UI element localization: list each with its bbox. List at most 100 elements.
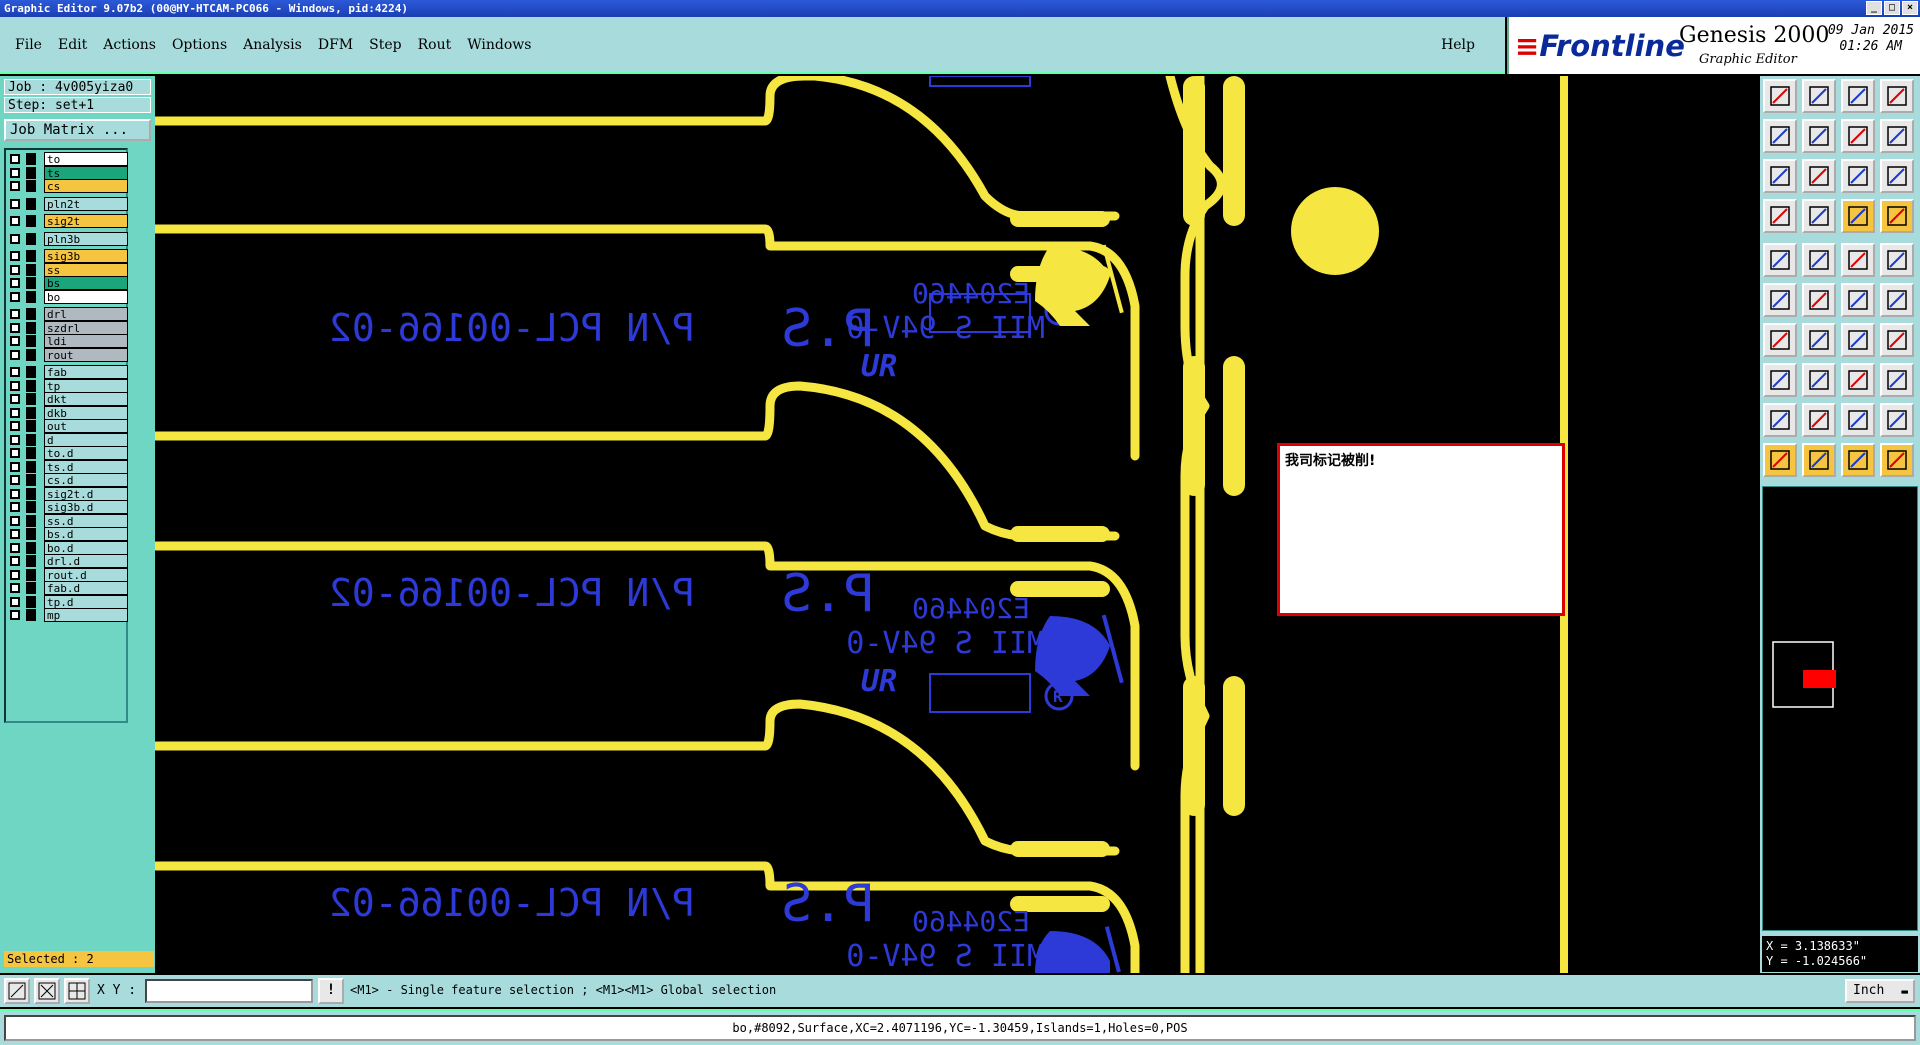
layer-checkbox[interactable] [10, 475, 20, 485]
flip-icon[interactable] [1880, 323, 1914, 357]
menu-edit[interactable]: Edit [58, 37, 87, 53]
layer-row[interactable]: mp [8, 608, 128, 622]
layer-name[interactable]: szdrl [44, 320, 128, 335]
close-button[interactable]: × [1902, 1, 1918, 15]
cross-select-icon[interactable] [34, 978, 60, 1004]
layer-checkbox[interactable] [10, 198, 20, 209]
text-a-icon[interactable] [1802, 403, 1836, 437]
menu-analysis[interactable]: Analysis [243, 37, 302, 53]
snap-icon[interactable] [1841, 199, 1875, 233]
layer-name[interactable]: bo [44, 289, 128, 304]
layer-name[interactable]: out [44, 419, 128, 433]
layer-checkbox[interactable] [10, 167, 20, 178]
layer-checkbox[interactable] [10, 309, 20, 319]
layer-row[interactable]: fab [8, 365, 128, 379]
layers-icon[interactable] [1763, 199, 1797, 233]
layer-row[interactable]: rout [8, 347, 128, 362]
layer-row[interactable]: cs.d [8, 473, 128, 487]
minimize-button[interactable]: _ [1866, 1, 1882, 15]
pad-icon[interactable] [1763, 243, 1797, 277]
layer-checkbox[interactable] [10, 367, 20, 377]
layer-row[interactable]: drl.d [8, 554, 128, 568]
maximize-button[interactable]: □ [1884, 1, 1900, 15]
arc-point-icon[interactable] [1880, 283, 1914, 317]
layer-row[interactable]: pln2t [8, 196, 128, 211]
layer-checkbox[interactable] [10, 216, 20, 226]
layer-checkbox[interactable] [10, 596, 20, 607]
layer-row[interactable]: sig2t [8, 214, 128, 228]
layer-name[interactable]: drl.d [44, 554, 128, 568]
layer-name[interactable]: rout.d [44, 567, 128, 582]
layer-row[interactable]: ts.d [8, 459, 128, 474]
layer-checkbox[interactable] [10, 583, 20, 593]
next-icon[interactable] [1802, 119, 1836, 153]
layer-name[interactable]: tp [44, 378, 128, 393]
layer-name[interactable]: mp [44, 608, 128, 622]
layer-name[interactable]: sig2t [44, 214, 128, 228]
minus-icon[interactable] [1802, 363, 1836, 397]
layer-checkbox[interactable] [10, 569, 20, 580]
layer-checkbox[interactable] [10, 488, 20, 499]
layer-name[interactable]: dkb [44, 405, 128, 420]
save-icon[interactable] [1802, 79, 1836, 113]
slash-icon[interactable] [1802, 323, 1836, 357]
layer-row[interactable]: sig3b.d [8, 500, 128, 514]
job-matrix-button[interactable]: Job Matrix ... [4, 119, 151, 141]
layer-name[interactable]: bs [44, 276, 128, 290]
layer-name[interactable]: ldi [44, 334, 128, 348]
layer-row[interactable]: sig2t.d [8, 486, 128, 501]
layer-row[interactable]: fab.d [8, 581, 128, 595]
layer-name[interactable]: fab [44, 365, 128, 379]
node-icon[interactable] [1763, 283, 1797, 317]
triangle-icon[interactable] [1763, 403, 1797, 437]
layer-row[interactable]: bo [8, 289, 128, 304]
layer-row[interactable]: bs [8, 276, 128, 290]
open-icon[interactable] [1763, 79, 1797, 113]
layer-checkbox[interactable] [10, 502, 20, 512]
layer-checkbox[interactable] [10, 421, 20, 431]
menu-step[interactable]: Step [369, 37, 401, 53]
layer-checkbox[interactable] [10, 394, 20, 404]
layer-checkbox[interactable] [10, 291, 20, 302]
layer-row[interactable]: d [8, 432, 128, 447]
layer-name[interactable]: sig2t.d [44, 486, 128, 501]
layer-row[interactable]: ts [8, 165, 128, 180]
layer-row[interactable]: tp.d [8, 594, 128, 609]
layer-checkbox[interactable] [10, 264, 20, 275]
edit-shape-icon[interactable] [1802, 243, 1836, 277]
layer-row[interactable]: bs.d [8, 527, 128, 541]
zoom-icon[interactable] [1802, 159, 1836, 193]
layer-checkbox[interactable] [10, 181, 20, 191]
hint-icon[interactable]: ! [318, 978, 344, 1004]
prev-icon[interactable] [1763, 119, 1797, 153]
help-icon[interactable] [1880, 159, 1914, 193]
grid-toggle-icon[interactable] [1802, 199, 1836, 233]
layer-checkbox[interactable] [10, 515, 20, 526]
menu-rout[interactable]: Rout [418, 37, 452, 53]
layer-row[interactable]: cs [8, 179, 128, 193]
menu-windows[interactable]: Windows [467, 37, 531, 53]
layer-checkbox[interactable] [10, 322, 20, 333]
menu-dfm[interactable]: DFM [318, 37, 353, 53]
layer-row[interactable]: out [8, 419, 128, 433]
layer-name[interactable]: ts [44, 165, 128, 180]
layer-name[interactable]: rout [44, 347, 128, 362]
layer-name[interactable]: d [44, 432, 128, 447]
layer-name[interactable]: bs.d [44, 527, 128, 541]
route-icon[interactable] [1841, 363, 1875, 397]
layer-name[interactable]: to.d [44, 446, 128, 460]
layer-name[interactable]: ss [44, 262, 128, 277]
layer-checkbox[interactable] [10, 407, 20, 418]
swap-icon[interactable] [1841, 119, 1875, 153]
layer-name[interactable]: to [44, 152, 128, 166]
layer-row[interactable]: szdrl [8, 320, 128, 335]
layer-name[interactable]: ss.d [44, 513, 128, 528]
ratio-icon[interactable] [1841, 159, 1875, 193]
layer-name[interactable]: drl [44, 307, 128, 321]
cross-icon[interactable] [1802, 283, 1836, 317]
layer-checkbox[interactable] [10, 556, 20, 566]
layer-checkbox[interactable] [10, 448, 20, 458]
unit-selector[interactable]: Inch ▬ [1845, 979, 1915, 1003]
layer-name[interactable]: ts.d [44, 459, 128, 474]
layer-checkbox[interactable] [10, 542, 20, 553]
